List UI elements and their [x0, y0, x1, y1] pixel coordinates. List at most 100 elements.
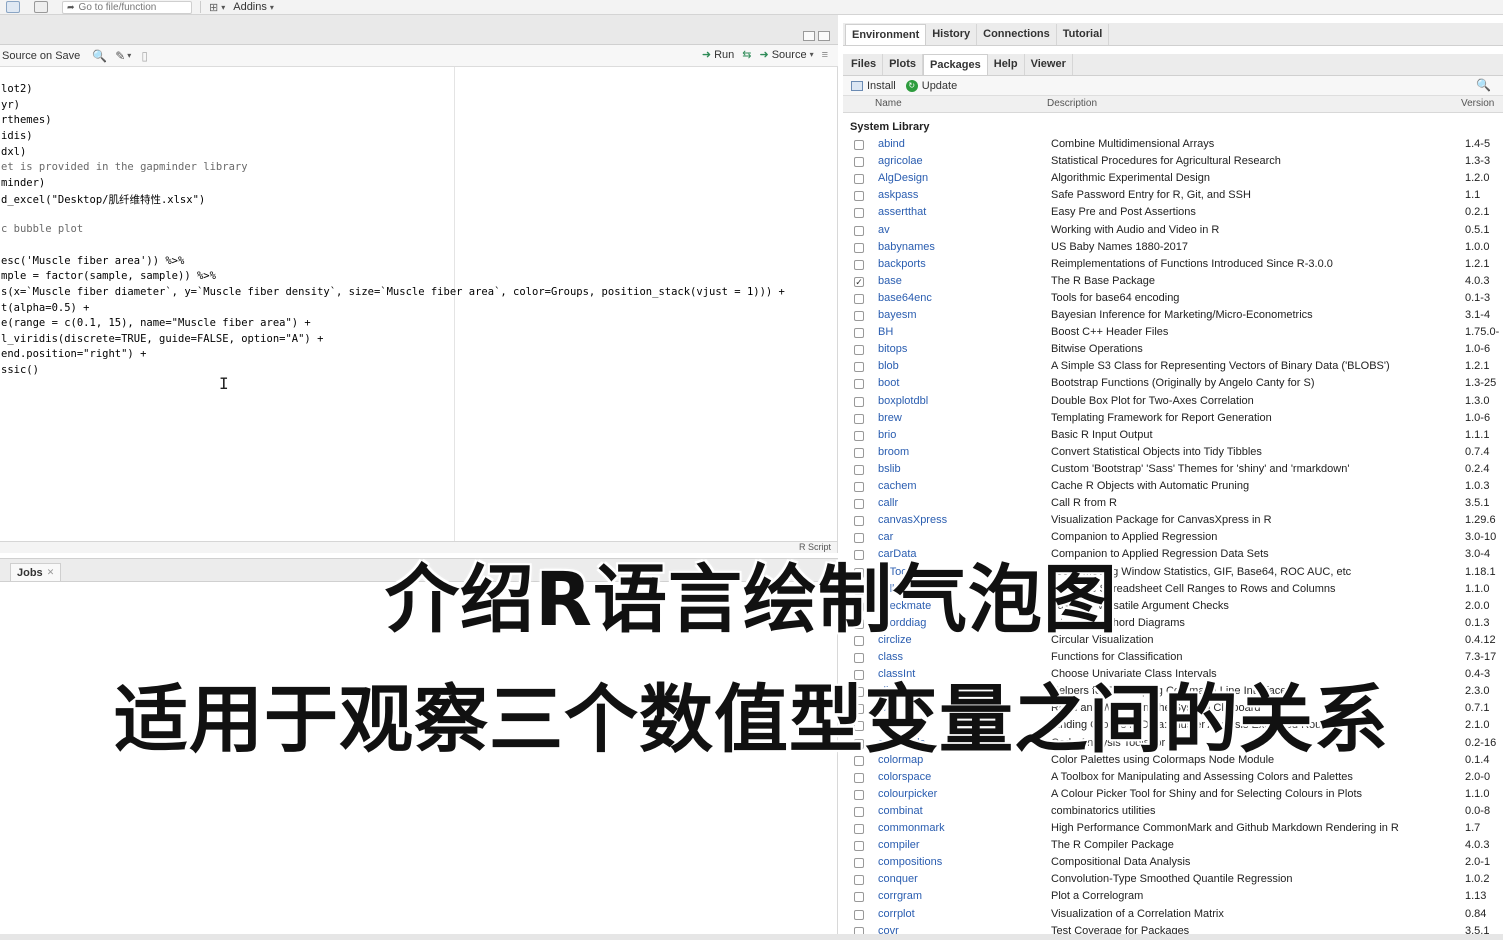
package-load-checkbox[interactable]: [854, 328, 864, 339]
package-name-link[interactable]: abind: [878, 138, 905, 150]
package-name-link[interactable]: compiler: [878, 839, 920, 851]
tab-packages[interactable]: Packages: [922, 54, 988, 75]
package-load-checkbox[interactable]: [854, 806, 864, 817]
tab-viewer[interactable]: Viewer: [1025, 54, 1073, 75]
tab-connections[interactable]: Connections: [977, 24, 1057, 45]
outline-icon[interactable]: ≡: [822, 49, 828, 61]
package-name-link[interactable]: bayesm: [878, 309, 917, 321]
tab-tutorial[interactable]: Tutorial: [1057, 24, 1110, 45]
tab-files[interactable]: Files: [845, 54, 884, 75]
package-load-checkbox[interactable]: [854, 772, 864, 783]
package-name-link[interactable]: base64enc: [878, 292, 932, 304]
chevron-down-icon[interactable]: ▾: [127, 51, 131, 60]
package-name-link[interactable]: boot: [878, 377, 899, 389]
package-name-link[interactable]: base: [878, 275, 902, 287]
package-load-checkbox[interactable]: [854, 362, 864, 373]
package-name-link[interactable]: blob: [878, 360, 899, 372]
package-load-checkbox[interactable]: [854, 311, 864, 321]
package-name-link[interactable]: corrgram: [878, 890, 922, 902]
package-load-checkbox[interactable]: [854, 225, 864, 236]
save-icon[interactable]: [6, 1, 20, 13]
search-icon[interactable]: 🔍: [1476, 78, 1491, 92]
package-load-checkbox[interactable]: [854, 208, 864, 219]
maximize-pane-icon[interactable]: [818, 31, 830, 41]
package-name-link[interactable]: cachem: [878, 480, 917, 492]
package-name-link[interactable]: av: [878, 224, 890, 236]
package-name-link[interactable]: assertthat: [878, 206, 926, 218]
tab-plots[interactable]: Plots: [883, 54, 923, 75]
compile-report-icon[interactable]: ▯: [141, 49, 148, 63]
tab-environment[interactable]: Environment: [845, 24, 927, 45]
rerun-icon[interactable]: ⇆: [742, 48, 751, 61]
magic-wand-icon[interactable]: ✎: [115, 49, 125, 63]
install-button[interactable]: Install: [851, 80, 896, 92]
chevron-down-icon[interactable]: ▾: [810, 50, 814, 59]
package-load-checkbox[interactable]: [854, 464, 864, 475]
package-load-checkbox[interactable]: [854, 824, 864, 834]
package-load-checkbox[interactable]: [854, 430, 864, 441]
package-name-link[interactable]: askpass: [878, 189, 918, 201]
package-load-checkbox[interactable]: [854, 482, 864, 492]
package-load-checkbox[interactable]: [854, 140, 864, 150]
package-load-checkbox[interactable]: [854, 293, 864, 304]
package-load-checkbox[interactable]: [854, 345, 864, 356]
goto-file-input[interactable]: ➦ Go to file/function: [62, 0, 192, 14]
package-name-link[interactable]: brio: [878, 429, 896, 441]
package-load-checkbox[interactable]: [854, 242, 864, 253]
run-button[interactable]: ➜ Run: [702, 48, 734, 62]
addins-menu[interactable]: Addins ▾: [233, 1, 274, 13]
bottom-scrollbar[interactable]: [0, 934, 1503, 940]
package-load-checkbox[interactable]: [854, 379, 864, 390]
package-load-checkbox[interactable]: [854, 789, 864, 800]
package-name-link[interactable]: commonmark: [878, 822, 945, 834]
package-load-checkbox[interactable]: [854, 875, 864, 886]
package-name-link[interactable]: bitops: [878, 343, 907, 355]
package-load-checkbox[interactable]: [854, 892, 864, 903]
update-button[interactable]: ↻ Update: [905, 79, 957, 92]
grid-layout-icon[interactable]: ⊞: [209, 1, 218, 14]
chevron-down-icon[interactable]: ▾: [221, 3, 225, 12]
package-load-checkbox[interactable]: [854, 499, 864, 510]
package-load-checkbox[interactable]: ✓: [854, 276, 864, 287]
package-name-link[interactable]: agricolae: [878, 155, 923, 167]
code-editor[interactable]: lot2) yr) rthemes) idis) dxl) et is prov…: [0, 67, 838, 541]
column-header-description[interactable]: Description: [1047, 98, 1097, 109]
package-name-link[interactable]: colorspace: [878, 771, 931, 783]
column-header-version[interactable]: Version: [1461, 98, 1494, 109]
package-load-checkbox[interactable]: [854, 191, 864, 202]
package-name-link[interactable]: broom: [878, 446, 909, 458]
tab-history[interactable]: History: [926, 24, 978, 45]
package-name-link[interactable]: corrplot: [878, 908, 915, 920]
package-load-checkbox[interactable]: [854, 841, 864, 852]
package-name-link[interactable]: boxplotdbl: [878, 395, 928, 407]
package-name-link[interactable]: brew: [878, 412, 902, 424]
source-on-save-checkbox[interactable]: Source on Save: [2, 50, 80, 62]
package-name-link[interactable]: backports: [878, 258, 926, 270]
package-load-checkbox[interactable]: [854, 413, 864, 424]
package-load-checkbox[interactable]: [854, 157, 864, 168]
package-name-link[interactable]: conquer: [878, 873, 918, 885]
package-load-checkbox[interactable]: [854, 447, 864, 458]
column-header-name[interactable]: Name: [875, 98, 902, 109]
minimize-pane-icon[interactable]: [803, 31, 815, 41]
package-load-checkbox[interactable]: [854, 174, 864, 185]
tab-help[interactable]: Help: [988, 54, 1025, 75]
package-name-link[interactable]: canvasXpress: [878, 514, 947, 526]
package-description: Tools for base64 encoding: [1051, 291, 1180, 304]
package-load-checkbox[interactable]: [854, 516, 864, 527]
package-name-link[interactable]: combinat: [878, 805, 923, 817]
search-icon[interactable]: 🔍: [92, 49, 107, 63]
package-name-link[interactable]: colourpicker: [878, 788, 937, 800]
package-load-checkbox[interactable]: [854, 909, 864, 920]
package-name-link[interactable]: BH: [878, 326, 893, 338]
source-button[interactable]: ➜ Source ▾: [759, 48, 814, 62]
package-name-link[interactable]: compositions: [878, 856, 942, 868]
package-name-link[interactable]: AlgDesign: [878, 172, 928, 184]
print-icon[interactable]: [34, 1, 48, 13]
package-load-checkbox[interactable]: [854, 858, 864, 869]
package-load-checkbox[interactable]: [854, 396, 864, 407]
package-load-checkbox[interactable]: [854, 259, 864, 270]
package-name-link[interactable]: babynames: [878, 241, 935, 253]
package-name-link[interactable]: callr: [878, 497, 898, 509]
package-name-link[interactable]: bslib: [878, 463, 901, 475]
